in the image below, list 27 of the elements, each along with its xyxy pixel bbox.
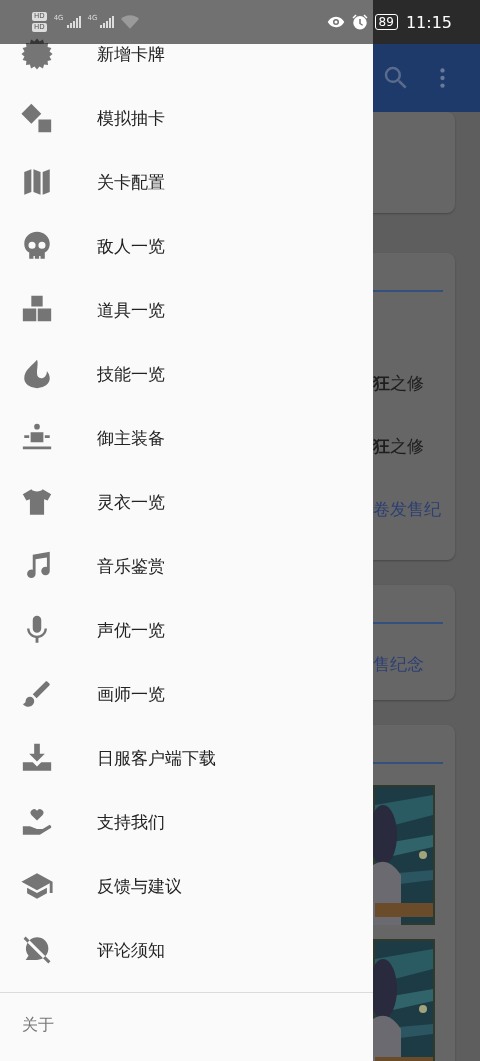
battery-level: 89 — [374, 14, 398, 30]
menu-item[interactable]: 敌人一览 — [97, 234, 165, 258]
menu-item[interactable]: 技能一览 — [97, 362, 165, 386]
menu-item[interactable]: 道具一览 — [97, 298, 165, 322]
seal-icon — [20, 37, 54, 71]
menu-item[interactable]: 灵衣一览 — [97, 490, 165, 514]
menu-item[interactable]: 新增卡牌 — [97, 42, 165, 66]
more-icon[interactable] — [439, 65, 446, 91]
menu-item[interactable]: 御主装备 — [97, 426, 165, 450]
clock: 11:15 — [405, 12, 452, 32]
dice-icon — [20, 101, 54, 135]
menu-item[interactable]: 声优一览 — [97, 618, 165, 642]
news-text: 狂之修 — [373, 372, 425, 395]
menu-item[interactable]: 评论须知 — [97, 938, 165, 962]
menu-item[interactable]: 反馈与建议 — [97, 874, 182, 898]
about-link[interactable]: 关于 — [22, 1015, 54, 1034]
wifi-icon — [121, 15, 140, 29]
menu-item[interactable]: 音乐鉴赏 — [97, 554, 165, 578]
menu-item[interactable]: 支持我们 — [97, 810, 165, 834]
signal-icon — [66, 16, 81, 28]
menu-item[interactable]: 关卡配置 — [97, 170, 165, 194]
menu-item[interactable]: 模拟抽卡 — [97, 106, 165, 130]
menu-item[interactable]: 画师一览 — [97, 682, 165, 706]
news-text: 狂之修 — [373, 435, 425, 458]
menu-item[interactable]: 日服客户端下载 — [97, 746, 216, 770]
alarm-icon — [350, 13, 369, 31]
signal-icon — [100, 16, 115, 28]
